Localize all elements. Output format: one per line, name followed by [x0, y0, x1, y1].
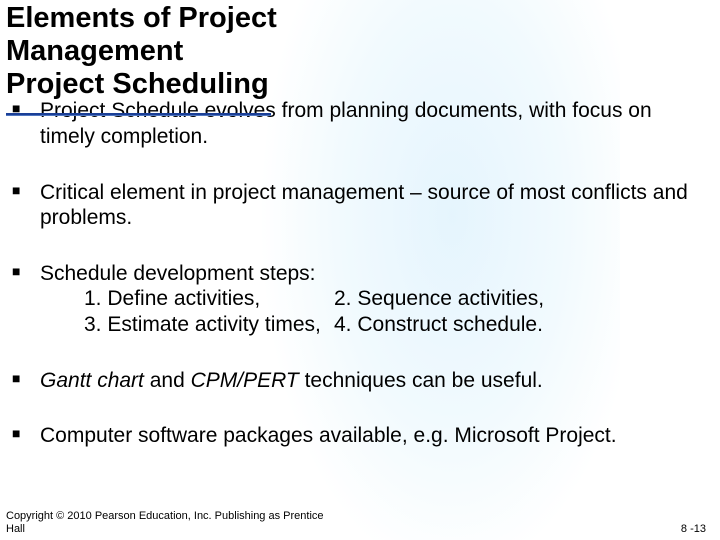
bullet-text: techniques can be useful.	[299, 369, 543, 392]
step-item: 1. Define activities,	[84, 286, 334, 312]
footer: Copyright © 2010 Pearson Education, Inc.…	[6, 510, 712, 536]
bullet-item: Project Schedule evolves from planning d…	[40, 98, 712, 149]
bullet-item: Gantt chart and CPM/PERT techniques can …	[40, 368, 712, 394]
title-line: Project Scheduling	[6, 68, 269, 100]
bullet-text: Schedule development steps:	[40, 262, 316, 285]
copyright-line: Copyright © 2010 Pearson Education, Inc.…	[6, 510, 324, 522]
slide-content: Elements of Project Management Project S…	[0, 0, 720, 449]
bullet-item: Critical element in project management –…	[40, 180, 712, 231]
copyright-line: Hall	[6, 523, 25, 535]
bullet-item: Schedule development steps: 1. Define ac…	[40, 261, 712, 338]
step-item: 2. Sequence activities,	[334, 286, 712, 312]
emph-cpm: CPM/PERT	[191, 369, 299, 392]
title-line: Management	[6, 35, 183, 67]
bullet-text: and	[144, 369, 191, 392]
step-item: 3. Estimate activity times,	[84, 312, 334, 338]
title-rule	[6, 113, 271, 116]
bullet-item: Computer software packages available, e.…	[40, 423, 712, 449]
emph-gantt: Gantt chart	[40, 369, 144, 392]
bullet-list: Project Schedule evolves from planning d…	[6, 98, 712, 448]
steps-grid: 1. Define activities, 2. Sequence activi…	[40, 286, 712, 337]
slide-title: Elements of Project Management Project S…	[6, 2, 712, 100]
step-item: 4. Construct schedule.	[334, 312, 712, 338]
title-line: Elements of Project	[6, 2, 277, 34]
page-number: 8 -13	[681, 523, 706, 536]
